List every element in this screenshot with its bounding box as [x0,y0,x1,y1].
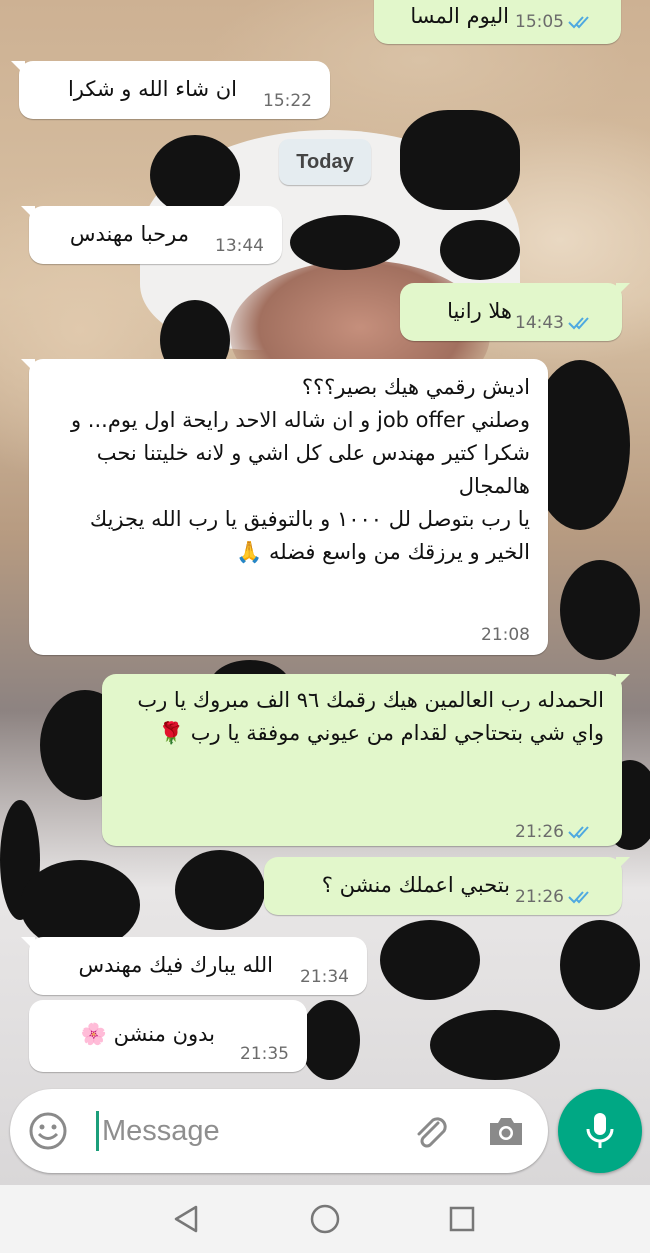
message-bubble-incoming[interactable]: مرحبا مهندس 13:44 [21,206,282,264]
camera-icon[interactable] [484,1109,528,1153]
message-time: 21:08 [481,625,530,645]
microphone-icon[interactable] [558,1089,642,1173]
message-time: 14:43 [515,313,564,333]
back-triangle-icon[interactable] [166,1199,206,1239]
message-composer [10,1089,548,1173]
message-bubble-incoming[interactable]: بدون منشن 🌸 21:35 [29,1000,307,1072]
text-caret [96,1111,99,1151]
message-text: الحمدله رب العالمين هيك رقمك ٩٦ الف مبرو… [137,688,604,745]
message-text: بدون منشن 🌸 [80,1022,215,1046]
message-bubble-incoming[interactable]: ان شاء الله و شكرا 15:22 [11,61,330,119]
message-time: 21:26 [515,822,564,842]
home-circle-icon[interactable] [305,1199,345,1239]
message-text: الله يبارك فيك مهندس [78,953,274,977]
smiley-icon[interactable] [26,1109,70,1153]
message-time: 21:34 [300,967,349,987]
message-bubble-outgoing[interactable]: بتحبي اعملك منشن ؟ 21:26 [264,857,630,915]
message-text: ان شاء الله و شكرا [67,77,237,101]
double-check-icon [568,316,594,330]
system-navigation-bar [0,1185,650,1253]
recents-square-icon[interactable] [442,1199,482,1239]
message-bubble-incoming[interactable]: اديش رقمي هيك بصير؟؟؟ وصلني job offer و … [21,359,548,655]
message-bubble-outgoing[interactable]: الحمدله رب العالمين هيك رقمك ٩٦ الف مبرو… [102,674,630,846]
double-check-icon [568,825,594,839]
message-input[interactable] [102,1105,392,1157]
message-text: هلا رانيا [447,299,512,323]
message-bubble-incoming[interactable]: الله يبارك فيك مهندس 21:34 [21,937,367,995]
message-time: 21:26 [515,887,564,907]
date-divider: Today [279,139,371,185]
message-text: مرحبا مهندس [69,222,189,246]
message-bubble-outgoing[interactable]: اليوم المسا 15:05 [374,0,621,44]
double-check-icon [568,15,594,29]
message-text: اليوم المسا [410,4,509,28]
message-time: 13:44 [215,236,264,256]
message-time: 15:22 [263,91,312,111]
message-text: اديش رقمي هيك بصير؟؟؟ وصلني job offer و … [70,375,530,564]
paperclip-icon[interactable] [408,1109,452,1153]
message-text: بتحبي اعملك منشن ؟ [321,873,510,897]
message-bubble-outgoing[interactable]: هلا رانيا 14:43 [400,283,630,341]
double-check-icon [568,890,594,904]
message-time: 21:35 [240,1044,289,1064]
message-time: 15:05 [515,12,564,32]
